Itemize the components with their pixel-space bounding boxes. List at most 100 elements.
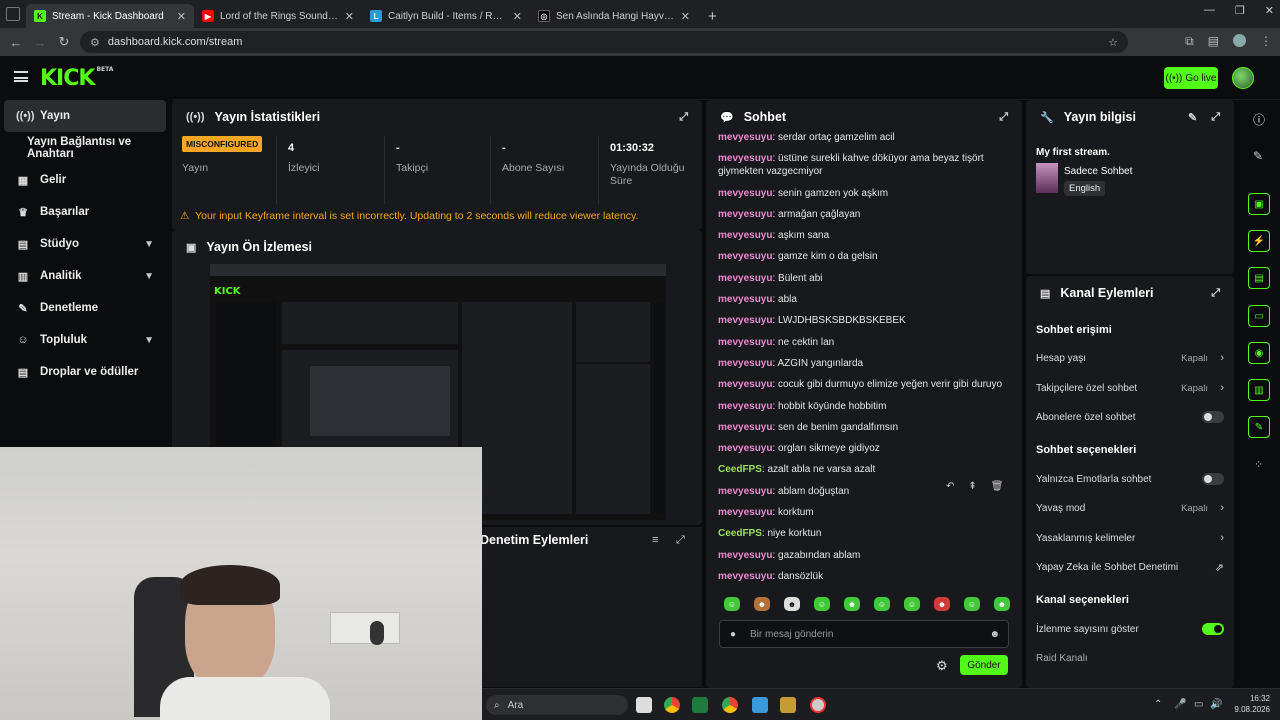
network-icon[interactable]: ▭ (1194, 699, 1203, 710)
chat-username[interactable]: mevyesuyu (718, 507, 772, 518)
banned-words-row[interactable]: Yasaklanmış kelimeler › (1036, 531, 1224, 545)
rail-list-icon[interactable]: ▤ (1248, 267, 1270, 289)
go-live-button[interactable]: ((•)) Go live (1164, 67, 1218, 89)
delete-icon[interactable]: 🗑 (991, 481, 1004, 492)
chat-message[interactable]: mevyesuyu: dansözlük (718, 570, 1018, 583)
sidebar-item-gelir[interactable]: ▦ Gelir (0, 164, 172, 196)
kick-logo[interactable]: KICK BETA (40, 66, 113, 91)
chat-username[interactable]: mevyesuyu (718, 251, 772, 262)
popout-icon[interactable]: ⤢ (676, 534, 685, 547)
chat-username[interactable]: mevyesuyu (718, 337, 772, 348)
chrome-active-icon[interactable] (722, 697, 738, 713)
emote-icon[interactable]: ☺ (964, 597, 980, 611)
chat-message[interactable]: mevyesuyu: orgları sikmeye gidiyoz (718, 442, 1018, 455)
rail-wrench-icon[interactable]: ✎ (1248, 416, 1270, 438)
popout-icon[interactable]: ⤢ (999, 111, 1008, 124)
address-bar[interactable]: ⚙ dashboard.kick.com/stream ☆ (80, 31, 1128, 53)
chat-message[interactable]: mevyesuyu: serdar ortaç gamzelim acil (718, 131, 1018, 144)
user-avatar[interactable] (1232, 67, 1254, 89)
account-age-row[interactable]: Hesap yaşı Kapalı › (1036, 351, 1224, 365)
rail-chat-icon[interactable]: ▭ (1248, 305, 1270, 327)
rail-panels-icon[interactable]: ▥ (1248, 379, 1270, 401)
chat-message[interactable]: mevyesuyu: sen de benim gandalfımsın (718, 421, 1018, 434)
chat-message[interactable]: mevyesuyu: gamze kim o da gelsin (718, 250, 1018, 263)
taskbar-clock[interactable]: 16:32 9.08.2026 (1234, 693, 1270, 715)
extensions-icon[interactable]: ⧉ (1185, 34, 1194, 49)
chat-username[interactable]: mevyesuyu (718, 486, 772, 497)
chat-username[interactable]: mevyesuyu (718, 273, 772, 284)
chat-message[interactable]: mevyesuyu: LWJDHBSKSBDKBSKEBEK (718, 314, 1018, 327)
sidebar-item-droplar[interactable]: ▤ Droplar ve ödüller (0, 356, 172, 388)
task-view-icon[interactable] (636, 697, 652, 713)
emote-icon[interactable]: ☻ (934, 597, 950, 611)
slow-mode-row[interactable]: Yavaş mod Kapalı › (1036, 501, 1224, 515)
tab-quiz[interactable]: ◎ Sen Aslında Hangi Hayvanın Ru ✕ (530, 4, 698, 28)
close-tab-icon[interactable]: ✕ (513, 10, 522, 23)
chat-message[interactable]: mevyesuyu: korktum (718, 506, 1018, 519)
app-icon[interactable] (780, 697, 796, 713)
sidebar-item-denetleme[interactable]: ✎ Denetleme (0, 292, 172, 324)
popout-icon[interactable]: ⤢ (1211, 111, 1220, 124)
close-window-icon[interactable]: ✕ (1265, 4, 1274, 17)
chat-username[interactable]: mevyesuyu (718, 443, 772, 454)
emote-icon[interactable]: ☻ (994, 597, 1010, 611)
emote-only-toggle[interactable] (1202, 473, 1224, 485)
popout-icon[interactable]: ⤢ (1211, 287, 1220, 300)
new-tab-button[interactable]: + (698, 4, 727, 28)
chat-username[interactable]: mevyesuyu (718, 401, 772, 412)
reply-icon[interactable]: ↶ (946, 481, 954, 492)
chrome-icon[interactable] (664, 697, 680, 713)
sidebar-item-analitik[interactable]: ▥ Analitik ▼ (0, 260, 172, 292)
chat-message[interactable]: mevyesuyu: abla (718, 293, 1018, 306)
send-button[interactable]: Gönder (960, 655, 1008, 675)
sidebar-item-yayin-baglantisi[interactable]: Yayın Bağlantısı ve Anahtarı (0, 132, 172, 164)
volume-icon[interactable]: 🔊 (1210, 699, 1222, 710)
chat-username[interactable]: mevyesuyu (718, 315, 772, 326)
sidebar-item-studyo[interactable]: ▤ Stüdyo ▼ (0, 228, 172, 260)
rail-broadcast-icon[interactable]: ◉ (1248, 342, 1270, 364)
sidebar-item-yayin[interactable]: ((•)) Yayın (4, 100, 166, 132)
emote-icon[interactable]: ☻ (784, 597, 800, 611)
subs-only-toggle[interactable] (1202, 411, 1224, 423)
category-thumbnail[interactable] (1036, 163, 1058, 193)
chat-username[interactable]: mevyesuyu (718, 571, 772, 582)
back-icon[interactable]: ← (4, 35, 28, 50)
chat-username[interactable]: mevyesuyu (718, 550, 772, 561)
chat-username[interactable]: CeedFPS (718, 464, 762, 475)
chat-message[interactable]: mevyesuyu: aşkım sana (718, 229, 1018, 242)
show-viewcount-toggle[interactable] (1202, 623, 1224, 635)
chat-message[interactable]: CeedFPS: azalt abla ne varsa azalt (718, 463, 1018, 476)
close-tab-icon[interactable]: ✕ (681, 10, 690, 23)
app-icon[interactable] (752, 697, 768, 713)
chat-message[interactable]: mevyesuyu: armağan çağlayan (718, 208, 1018, 221)
rail-more-icon[interactable]: ⁘ (1254, 458, 1263, 471)
chat-username[interactable]: mevyesuyu (718, 188, 772, 199)
tab-actions-icon[interactable] (6, 7, 20, 21)
chat-settings-icon[interactable]: ⚙ (936, 658, 948, 674)
tab-kick-dashboard[interactable]: K Stream - Kick Dashboard ✕ (26, 4, 194, 28)
chat-username[interactable]: CeedFPS (718, 528, 762, 539)
minimize-icon[interactable]: — (1204, 4, 1215, 17)
chat-username[interactable]: mevyesuyu (718, 153, 772, 164)
tab-youtube[interactable]: ▶ Lord of the Rings Sound of The ✕ (194, 4, 362, 28)
emote-icon[interactable]: ☺ (904, 597, 920, 611)
chat-username[interactable]: mevyesuyu (718, 209, 772, 220)
chat-username[interactable]: mevyesuyu (718, 422, 772, 433)
close-tab-icon[interactable]: ✕ (345, 10, 354, 23)
filter-icon[interactable]: ≡ (652, 534, 658, 546)
chat-message[interactable]: mevyesuyu: gazabından ablam (718, 549, 1018, 562)
raid-channel-row[interactable]: Raid Kanalı (1036, 651, 1224, 665)
edit-icon[interactable]: ✎ (1188, 111, 1197, 124)
tray-chevron-icon[interactable]: ⌃ (1154, 699, 1162, 710)
emote-icon[interactable]: ☻ (754, 597, 770, 611)
microphone-icon[interactable]: 🎤 (1174, 699, 1186, 710)
sidebar-item-topluluk[interactable]: ☺ Topluluk ▼ (0, 324, 172, 356)
chat-username[interactable]: mevyesuyu (718, 230, 772, 241)
emote-icon[interactable]: ☻ (844, 597, 860, 611)
rail-clip-icon[interactable]: ▣ (1248, 193, 1270, 215)
popout-icon[interactable]: ⤢ (679, 111, 688, 124)
pen-icon[interactable]: ✎ (1253, 149, 1263, 163)
pin-icon[interactable]: ⇞ (968, 481, 976, 492)
menu-icon[interactable] (14, 71, 28, 82)
emote-icon[interactable]: ☺ (724, 597, 740, 611)
